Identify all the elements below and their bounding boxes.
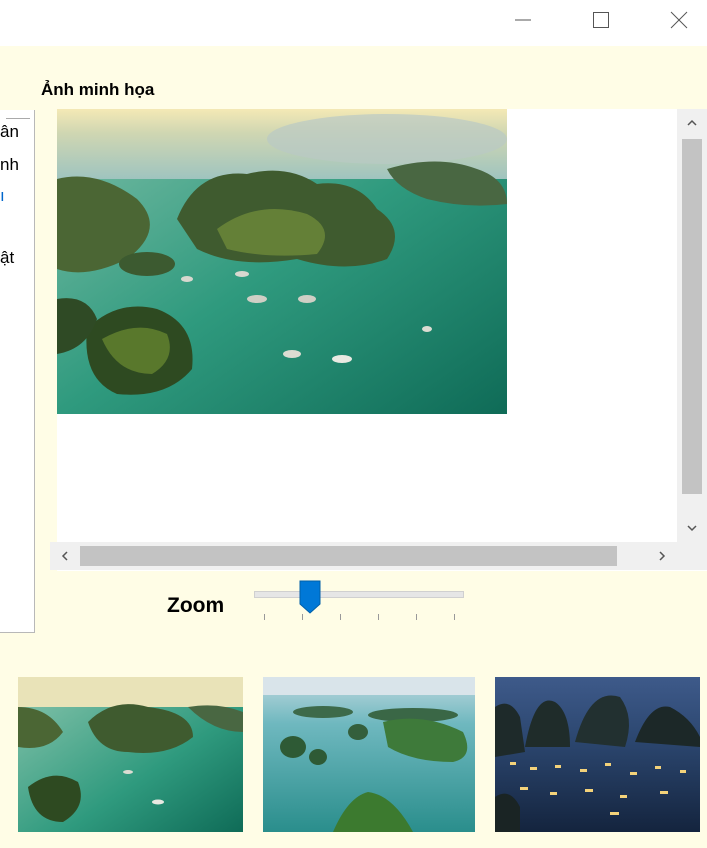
maximize-icon <box>593 12 609 28</box>
left-panel-text: ân <box>0 122 19 141</box>
scroll-corner <box>677 542 707 570</box>
window-title-bar <box>0 0 707 46</box>
close-icon <box>670 11 688 29</box>
scroll-up-arrow-icon[interactable] <box>677 109 707 137</box>
left-text-panel[interactable]: ân nh ı ật <box>0 110 35 633</box>
horizontal-scrollbar[interactable] <box>50 542 677 570</box>
left-panel-text: nh <box>0 155 19 174</box>
zoom-slider-tick <box>454 614 455 620</box>
panel-divider <box>6 118 30 119</box>
vertical-scrollbar[interactable] <box>677 109 707 542</box>
section-label: Ảnh minh họa <box>41 80 155 99</box>
thumbnail-halong-daytime[interactable] <box>263 677 475 832</box>
zoom-slider-handle[interactable] <box>299 580 321 614</box>
scroll-down-arrow-icon[interactable] <box>677 514 707 542</box>
scroll-right-arrow-icon[interactable] <box>647 542 677 570</box>
zoom-slider-tick <box>264 614 265 620</box>
close-button[interactable] <box>656 0 702 40</box>
zoom-slider-tick <box>416 614 417 620</box>
minimize-icon <box>515 19 531 21</box>
horizontal-scroll-thumb[interactable] <box>80 546 617 566</box>
zoom-slider-track[interactable] <box>254 591 464 598</box>
zoom-slider[interactable] <box>254 580 464 624</box>
image-viewer[interactable] <box>50 109 707 571</box>
maximize-button[interactable] <box>578 0 624 40</box>
zoom-label: Zoom <box>167 594 225 617</box>
thumbnail-halong-night[interactable] <box>495 677 700 832</box>
zoom-slider-tick <box>302 614 303 620</box>
zoom-slider-tick <box>340 614 341 620</box>
zoom-slider-tick <box>378 614 379 620</box>
thumbnail-halong-sunrise[interactable] <box>18 677 243 832</box>
main-image <box>57 109 507 414</box>
left-panel-link[interactable]: ı <box>0 186 5 206</box>
scroll-left-arrow-icon[interactable] <box>50 542 80 570</box>
left-panel-text: ật <box>0 248 15 267</box>
vertical-scroll-thumb[interactable] <box>682 139 702 494</box>
minimize-button[interactable] <box>500 0 546 40</box>
